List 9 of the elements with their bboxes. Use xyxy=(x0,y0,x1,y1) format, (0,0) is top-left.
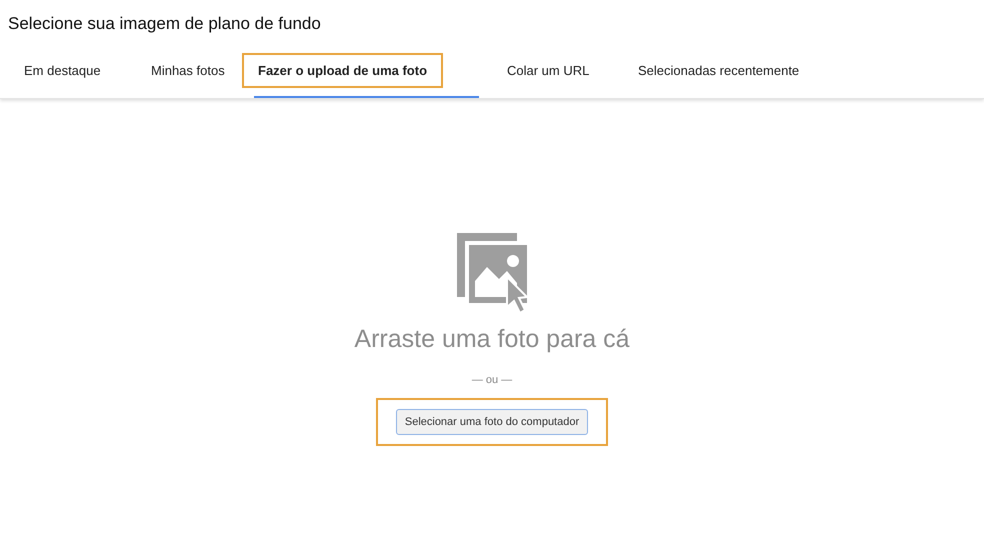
highlighted-tab[interactable]: Fazer o upload de uma foto xyxy=(242,52,444,88)
drop-instruction: Arraste uma foto para cá xyxy=(354,325,630,354)
tab[interactable]: Colar um URL xyxy=(491,52,606,88)
tab[interactable]: Minhas fotos xyxy=(135,52,241,88)
separator-text: — ou — xyxy=(472,374,512,386)
select-photo-button[interactable]: Selecionar uma foto do computador xyxy=(396,409,588,435)
tab[interactable]: Em destaque xyxy=(8,52,117,88)
tab[interactable]: Selecionadas recentemente xyxy=(622,52,816,88)
page-title: Selecione sua imagem de plano de fundo xyxy=(7,13,322,35)
